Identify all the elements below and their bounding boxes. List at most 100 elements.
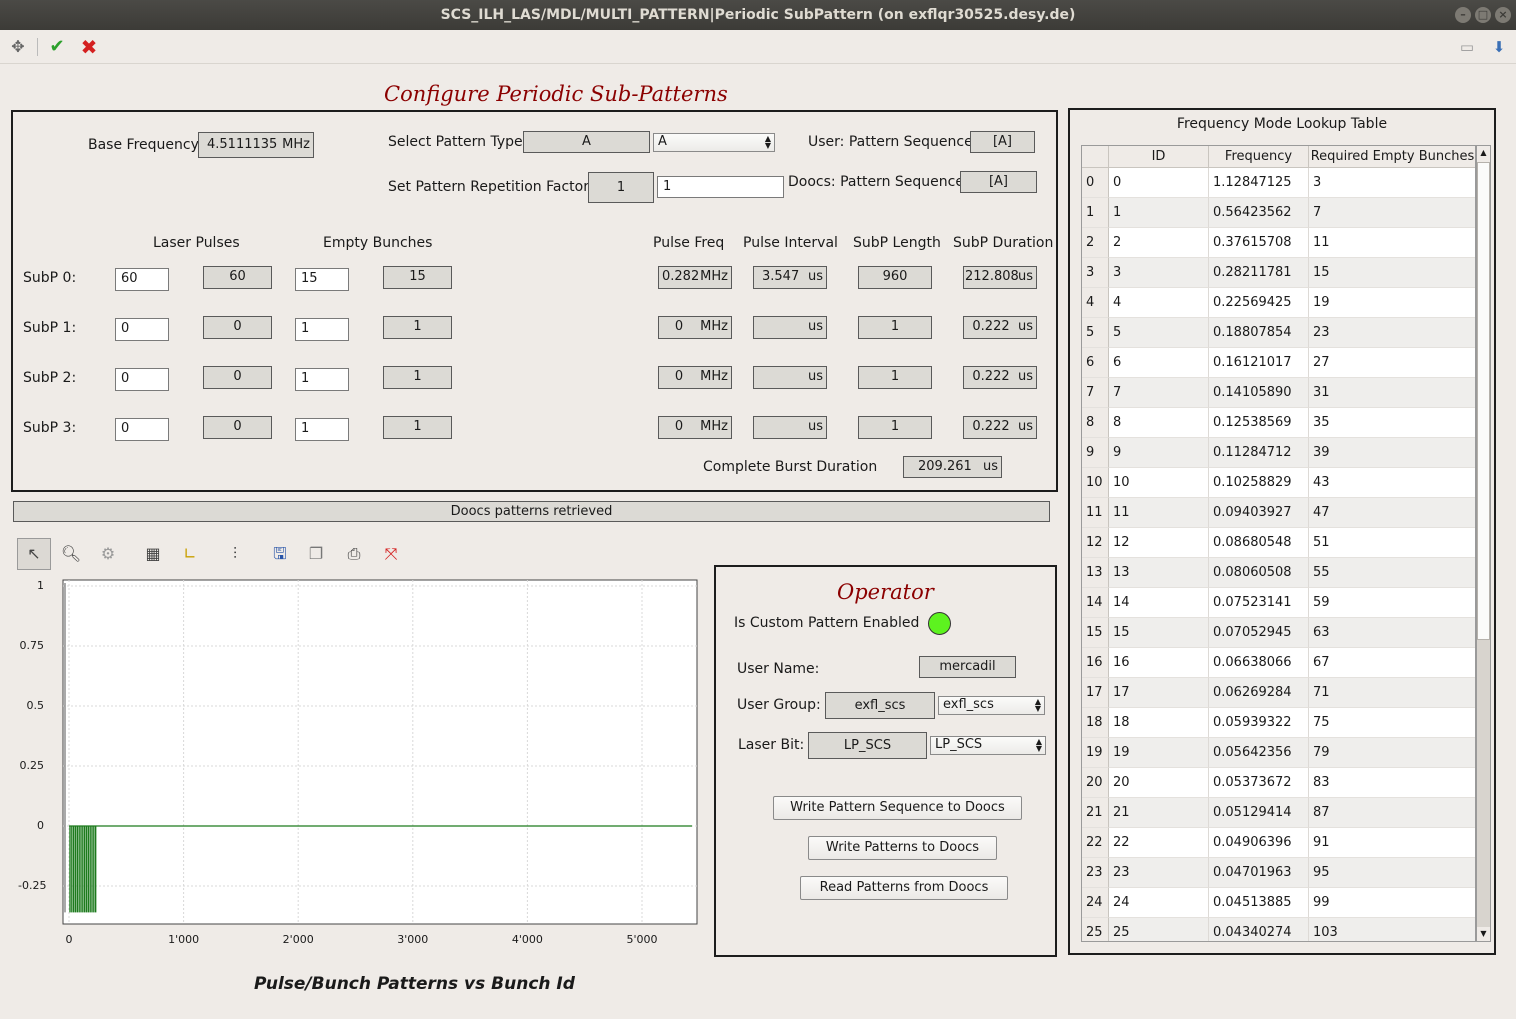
table-row[interactable]: 1 1 0.56423562 7 bbox=[1082, 198, 1475, 228]
table-row[interactable]: 7 7 0.14105890 31 bbox=[1082, 378, 1475, 408]
table-row[interactable]: 12 12 0.08680548 51 bbox=[1082, 528, 1475, 558]
maximize-icon[interactable]: □ bbox=[1475, 7, 1491, 23]
frequency-cell: 0.11284712 bbox=[1209, 438, 1309, 468]
empty-bunches-header: Empty Bunches bbox=[323, 235, 433, 251]
pattern-type-label: Select Pattern Type bbox=[388, 134, 523, 150]
laser-pulses-input[interactable]: 0 bbox=[115, 418, 169, 441]
x-tick-label: 5'000 bbox=[626, 933, 658, 946]
pattern-chart[interactable] bbox=[0, 575, 705, 950]
empty-bunches-input[interactable]: 15 bbox=[295, 268, 349, 291]
scroll-down-icon[interactable]: ▼ bbox=[1477, 927, 1490, 940]
subp-duration-value: 0.222 bbox=[972, 419, 1010, 434]
cancel-x-icon[interactable]: ✖ bbox=[78, 36, 100, 58]
settings-tool-icon[interactable]: ⚙ bbox=[95, 540, 121, 568]
table-row[interactable]: 6 6 0.16121017 27 bbox=[1082, 348, 1475, 378]
table-row[interactable]: 5 5 0.18807854 23 bbox=[1082, 318, 1475, 348]
table-row[interactable]: 3 3 0.28211781 15 bbox=[1082, 258, 1475, 288]
download-icon[interactable]: ⬇ bbox=[1488, 36, 1510, 58]
laser-pulses-readout: 0 bbox=[203, 316, 272, 339]
copy-tool-icon[interactable]: ❐ bbox=[303, 540, 329, 568]
reset-zoom-tool-icon[interactable]: ⤧ bbox=[378, 540, 404, 568]
table-row[interactable]: 18 18 0.05939322 75 bbox=[1082, 708, 1475, 738]
scroll-up-icon[interactable]: ▲ bbox=[1477, 146, 1490, 159]
frequency-cell: 0.05642356 bbox=[1209, 738, 1309, 768]
table-row[interactable]: 4 4 0.22569425 19 bbox=[1082, 288, 1475, 318]
frequency-cell: 0.56423562 bbox=[1209, 198, 1309, 228]
rep-factor-input[interactable]: 1 bbox=[657, 176, 784, 198]
laser-bit-select[interactable]: LP_SCS ▲ ▼ bbox=[930, 736, 1046, 755]
laser-pulses-readout: 60 bbox=[203, 266, 272, 289]
grid-tool-icon[interactable]: ▦ bbox=[140, 540, 166, 568]
pattern-type-selected: A bbox=[658, 134, 667, 149]
print-icon[interactable]: ▭ bbox=[1456, 36, 1478, 58]
table-row[interactable]: 9 9 0.11284712 39 bbox=[1082, 438, 1475, 468]
apply-check-icon[interactable]: ✔ bbox=[46, 36, 68, 58]
pattern-type-select[interactable]: A ▲ ▼ bbox=[653, 133, 775, 152]
empty-bunches-column-header[interactable]: Required Empty Bunches bbox=[1309, 146, 1475, 168]
pulse-freq-value: 0 bbox=[674, 369, 684, 384]
write-patterns-button[interactable]: Write Patterns to Doocs bbox=[808, 836, 997, 860]
table-row[interactable]: 24 24 0.04513885 99 bbox=[1082, 888, 1475, 918]
subp-duration-value: 0.222 bbox=[972, 369, 1010, 384]
id-column-header[interactable]: ID bbox=[1109, 146, 1209, 168]
subp-duration-header: SubP Duration bbox=[953, 235, 1054, 251]
table-row[interactable]: 2 2 0.37615708 11 bbox=[1082, 228, 1475, 258]
row-header: 6 bbox=[1082, 348, 1109, 378]
table-row[interactable]: 8 8 0.12538569 35 bbox=[1082, 408, 1475, 438]
pulse-freq-unit: MHz bbox=[700, 319, 728, 334]
table-row[interactable]: 0 0 1.12847125 3 bbox=[1082, 168, 1475, 198]
zoom-tool-icon[interactable]: 🔍︎ bbox=[58, 540, 84, 568]
user-sequence-label: User: Pattern Sequence bbox=[808, 134, 973, 150]
burst-duration-label: Complete Burst Duration bbox=[703, 459, 878, 475]
frequency-cell: 0.06269284 bbox=[1209, 678, 1309, 708]
table-row[interactable]: 15 15 0.07052945 63 bbox=[1082, 618, 1475, 648]
laser-pulses-input[interactable]: 0 bbox=[115, 318, 169, 341]
base-frequency-value: 4.5111135 MHz bbox=[198, 132, 314, 158]
base-frequency-unit: MHz bbox=[282, 137, 310, 152]
read-patterns-button[interactable]: Read Patterns from Doocs bbox=[800, 876, 1008, 900]
empty-bunches-input[interactable]: 1 bbox=[295, 318, 349, 341]
combo-arrows-icon: ▲ ▼ bbox=[1034, 697, 1041, 713]
table-row[interactable]: 14 14 0.07523141 59 bbox=[1082, 588, 1475, 618]
pointer-tool-icon[interactable]: ↖ bbox=[21, 540, 47, 568]
cursor-tool-icon[interactable]: ⫶ bbox=[222, 540, 248, 568]
table-row[interactable]: 25 25 0.04340274 103 bbox=[1082, 918, 1475, 941]
user-group-label: User Group: bbox=[737, 697, 821, 713]
rep-factor-value: 1 bbox=[588, 172, 654, 203]
user-group-select[interactable]: exfl_scs ▲ ▼ bbox=[938, 696, 1045, 715]
close-window-icon[interactable]: × bbox=[1495, 7, 1511, 23]
user-name-label: User Name: bbox=[737, 661, 820, 677]
frequency-cell: 0.05939322 bbox=[1209, 708, 1309, 738]
table-row[interactable]: 23 23 0.04701963 95 bbox=[1082, 858, 1475, 888]
table-row[interactable]: 10 10 0.10258829 43 bbox=[1082, 468, 1475, 498]
write-sequence-button[interactable]: Write Pattern Sequence to Doocs bbox=[773, 796, 1022, 820]
empty-bunches-readout: 15 bbox=[383, 266, 452, 289]
frequency-column-header[interactable]: Frequency bbox=[1209, 146, 1309, 168]
laser-pulses-input[interactable]: 0 bbox=[115, 368, 169, 391]
empty-bunches-cell: 87 bbox=[1309, 798, 1475, 828]
save-tool-icon[interactable]: 🖫 bbox=[267, 540, 293, 568]
frequency-cell: 1.12847125 bbox=[1209, 168, 1309, 198]
table-row[interactable]: 19 19 0.05642356 79 bbox=[1082, 738, 1475, 768]
subp-duration-readout: 0.222 us bbox=[963, 416, 1037, 439]
table-row[interactable]: 17 17 0.06269284 71 bbox=[1082, 678, 1475, 708]
empty-bunches-input[interactable]: 1 bbox=[295, 368, 349, 391]
id-cell: 15 bbox=[1109, 618, 1209, 648]
axes-tool-icon[interactable]: ∟ bbox=[177, 540, 203, 568]
table-row[interactable]: 13 13 0.08060508 55 bbox=[1082, 558, 1475, 588]
frequency-cell: 0.08680548 bbox=[1209, 528, 1309, 558]
pulse-freq-value: 0 bbox=[674, 419, 684, 434]
print-tool-icon[interactable]: ⎙ bbox=[341, 540, 367, 568]
table-row[interactable]: 22 22 0.04906396 91 bbox=[1082, 828, 1475, 858]
scroll-track[interactable] bbox=[1477, 640, 1490, 927]
table-row[interactable]: 16 16 0.06638066 67 bbox=[1082, 648, 1475, 678]
table-row[interactable]: 20 20 0.05373672 83 bbox=[1082, 768, 1475, 798]
move-icon[interactable]: ✥ bbox=[7, 36, 29, 58]
table-row[interactable]: 21 21 0.05129414 87 bbox=[1082, 798, 1475, 828]
laser-pulses-input[interactable]: 60 bbox=[115, 268, 169, 291]
minimize-icon[interactable]: – bbox=[1455, 7, 1471, 23]
table-row[interactable]: 11 11 0.09403927 47 bbox=[1082, 498, 1475, 528]
empty-bunches-input[interactable]: 1 bbox=[295, 418, 349, 441]
lookup-table[interactable]: ID Frequency Required Empty Bunches 0 0 1.… bbox=[1081, 145, 1476, 942]
scroll-thumb[interactable] bbox=[1477, 162, 1490, 640]
